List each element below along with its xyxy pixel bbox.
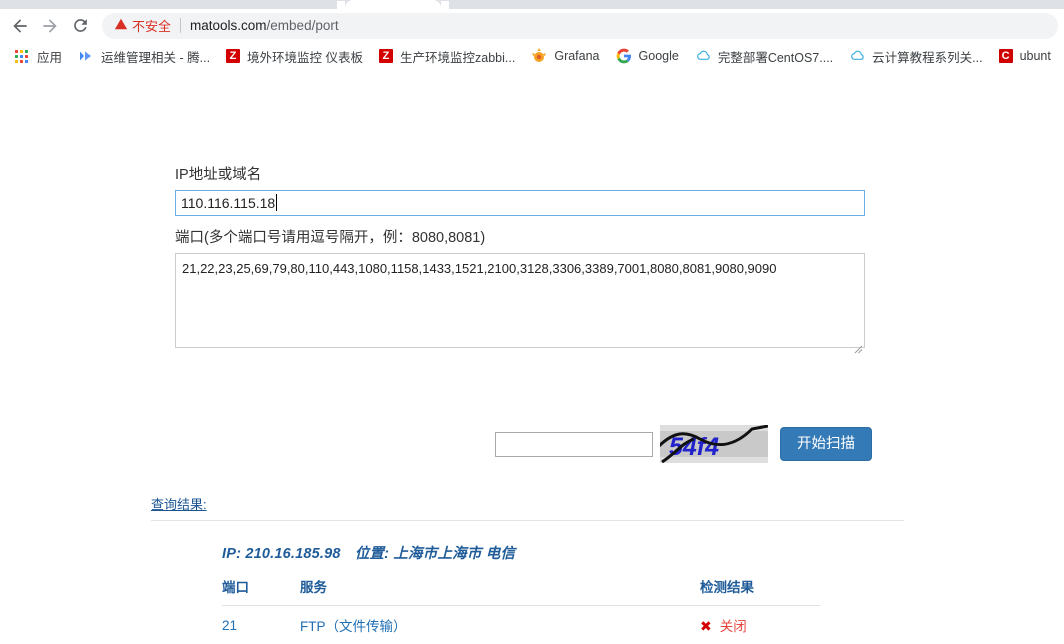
column-header-result: 检测结果 [700,580,754,595]
table-header-row: 端口 服务 检测结果 [222,573,820,606]
url-text: matools.com/embed/port [190,18,339,33]
bookmark-google[interactable]: Google [608,45,687,67]
bookmark-label: Google [638,49,679,63]
google-icon [616,48,632,64]
text-caret [276,194,277,211]
cross-icon: ✖ [700,618,712,634]
reload-icon [71,16,90,35]
cloud-icon [695,48,711,64]
start-scan-button[interactable]: 开始扫描 [780,427,872,461]
bookmark-label: 运维管理相关 - 腾... [101,50,211,65]
captcha-input[interactable] [495,431,653,457]
bookmark-prod-zabbix[interactable]: Z 生产环境监控zabbi... [371,44,523,69]
bookmark-label: 应用 [37,50,63,65]
result-header: 查询结果: [151,494,904,521]
port-result-table: 端口 服务 检测结果 21 FTP（文件传输） ✖关闭 22 SSH（安全登录）… [222,573,820,644]
result-header-label: 查询结果: [151,497,207,512]
status-label: 关闭 [719,619,747,634]
tab-strip[interactable] [0,0,1064,9]
warning-triangle-icon [114,17,128,34]
bookmark-cloud-tutorial[interactable]: 云计算教程系列关... [841,44,990,69]
column-header-port: 端口 [222,580,249,595]
bookmark-label: Grafana [554,49,600,63]
forward-button[interactable] [36,12,64,40]
bookmark-label: ubunt [1019,49,1051,63]
bookmark-label: 完整部署CentOS7.... [717,50,834,65]
bookmark-grafana[interactable]: Grafana [523,45,607,67]
bookmark-label: 境外环境监控 仪表板 [247,50,364,65]
result-ip-location: IP: 210.16.185.98 位置: 上海市上海市 电信 [222,542,515,563]
tencent-icon [78,48,94,64]
url-host: matools.com [190,18,267,33]
bookmark-label: 生产环境监控zabbi... [400,50,516,65]
captcha-row: 54f4 开始扫描 [495,425,872,463]
c-red-icon: C [998,49,1013,63]
bookmark-apps[interactable]: 应用 [6,44,70,69]
reload-button[interactable] [66,12,94,40]
bookmark-centos-deploy[interactable]: 完整部署CentOS7.... [687,44,841,69]
ip-input-wrapper [175,190,865,216]
address-bar[interactable]: 不安全 matools.com/embed/port [102,12,1058,39]
bookmark-ubuntu[interactable]: C ubunt [991,46,1059,66]
ip-input[interactable] [175,190,865,216]
cell-status: ✖ 关闭 [700,606,820,644]
result-ip-label: IP: 210.16.185.98 [222,546,341,562]
apps-grid-icon [14,48,30,64]
table-row[interactable]: 21 FTP（文件传输） ✖ 关闭 [222,606,820,644]
arrow-right-icon [40,16,60,36]
page-content: IP地址或域名 端口(多个端口号请用逗号隔开，例：8080,8081) 21,2… [0,70,1064,644]
back-button[interactable] [6,12,34,40]
zabbix-icon: Z [226,49,241,63]
browser-toolbar: 不安全 matools.com/embed/port [0,9,1064,42]
ports-field-label: 端口(多个端口号请用逗号隔开，例：8080,8081) [175,230,486,246]
security-label: 不安全 [132,19,172,34]
url-path: /embed/port [266,18,339,33]
port-scan-form: IP地址或域名 端口(多个端口号请用逗号隔开，例：8080,8081) 21,2… [175,165,865,354]
captcha-image[interactable]: 54f4 [660,425,768,463]
active-tab[interactable] [337,0,449,9]
zabbix-icon: Z [379,49,394,63]
result-location-label: 位置: 上海市上海市 电信 [354,546,516,562]
arrow-left-icon [10,16,30,36]
column-header-service: 服务 [300,580,327,595]
ip-field-label: IP地址或域名 [175,167,262,183]
browser-chrome: 不安全 matools.com/embed/port 应用 运维管理相关 - 腾… [0,0,1064,70]
bookmark-overseas-monitor[interactable]: Z 境外环境监控 仪表板 [218,44,371,69]
bookmarks-bar: 应用 运维管理相关 - 腾... Z 境外环境监控 仪表板 Z 生产环境监控za… [0,42,1064,70]
bookmark-label: 云计算教程系列关... [872,50,983,65]
security-status[interactable]: 不安全 [114,16,171,35]
omnibox-divider [180,18,182,33]
ports-textarea-wrapper: 21,22,23,25,69,79,80,110,443,1080,1158,1… [175,253,865,354]
grafana-icon [531,48,547,64]
cell-port: 21 [222,617,238,633]
table-body: 21 FTP（文件传输） ✖关闭 22 SSH（安全登录） ✔开放 23 Tel… [222,606,820,644]
bookmark-tencent-ops[interactable]: 运维管理相关 - 腾... [70,44,218,69]
cell-service: FTP（文件传输） [300,619,407,634]
ports-textarea[interactable]: 21,22,23,25,69,79,80,110,443,1080,1158,1… [175,253,865,348]
cloud-icon [849,48,865,64]
table-head: 端口 服务 检测结果 [222,573,820,606]
